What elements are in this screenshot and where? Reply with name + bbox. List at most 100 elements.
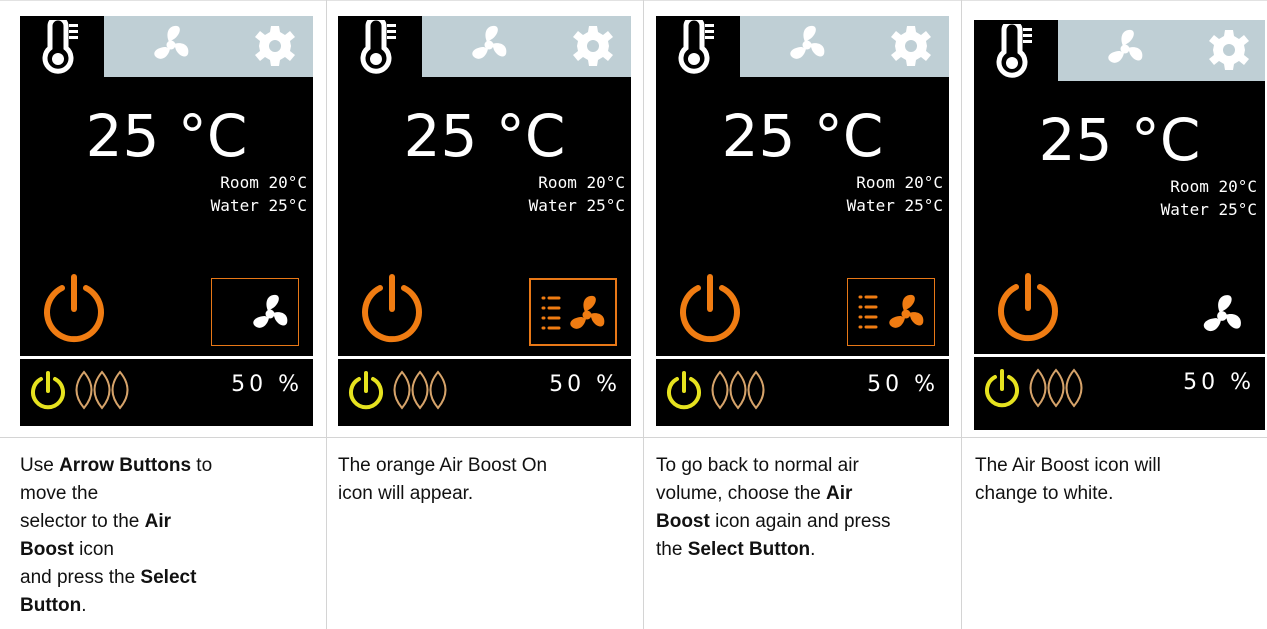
air-boost-selector[interactable] — [211, 278, 299, 346]
caption-step-2: The orange Air Boost On icon will appear… — [338, 452, 547, 508]
leaf-icon — [711, 370, 765, 410]
caption-text: and press the — [20, 567, 141, 588]
row-divider — [0, 437, 1267, 438]
water-temperature: Water 25°C — [210, 196, 307, 215]
caption-step-3: To go back to normal air volume, choose … — [656, 452, 890, 564]
tab-temperature[interactable] — [656, 16, 740, 77]
thermostat-screen-4: 25 °C Room 20°C Water 25°C 50 % — [974, 20, 1265, 430]
tab-bar — [656, 16, 949, 77]
room-temperature: Room 20°C — [538, 173, 625, 192]
column-divider — [643, 0, 644, 629]
fan-icon[interactable] — [466, 22, 512, 68]
caption-text: icon — [73, 539, 114, 560]
caption-line: icon will appear. — [338, 483, 474, 504]
thermostat-screen-2: 25 °C Room 20°C Water 25°C 50 % — [338, 16, 631, 426]
caption-text: . — [810, 539, 816, 560]
tab-temperature[interactable] — [974, 20, 1058, 81]
power-status-icon — [667, 371, 701, 410]
gear-icon[interactable] — [1208, 29, 1250, 71]
water-temperature: Water 25°C — [528, 196, 625, 215]
fan-icon[interactable] — [784, 22, 830, 68]
temperature-readouts: Room 20°C Water 25°C — [1161, 175, 1257, 221]
caption-emphasis: Boost — [20, 539, 74, 560]
caption-line: selector to the Air — [20, 508, 212, 536]
caption-step-1: Use Arrow Buttons to move the selector t… — [20, 452, 212, 620]
air-boost-fan-icon — [253, 294, 288, 328]
leaf-icon — [75, 370, 129, 410]
caption-line: The Air Boost icon will — [975, 455, 1161, 476]
temperature-readouts: Room 20°C Water 25°C — [529, 171, 625, 217]
caption-line: The orange Air Boost On — [338, 455, 548, 476]
air-boost-selector[interactable] — [529, 278, 617, 346]
air-flow-lines-icon — [858, 295, 878, 329]
caption-line: Use Arrow Buttons to — [20, 452, 212, 480]
power-icon[interactable] — [994, 270, 1062, 342]
caption-text: icon again and press — [709, 511, 891, 532]
thermometer-icon — [360, 20, 396, 74]
caption-emphasis: Arrow Buttons — [59, 455, 192, 476]
power-icon[interactable] — [358, 271, 426, 343]
thermostat-screen-3: 25 °C Room 20°C Water 25°C 50 % — [656, 16, 949, 426]
column-divider — [961, 0, 962, 629]
tab-temperature[interactable] — [20, 16, 104, 77]
caption-line: Button. — [20, 592, 212, 620]
caption-emphasis: Boost — [656, 511, 710, 532]
caption-line: the Select Button. — [656, 536, 890, 564]
caption-emphasis: Select — [140, 567, 197, 588]
water-temperature: Water 25°C — [846, 196, 943, 215]
tab-bar — [20, 16, 313, 77]
leaf-icon — [1029, 368, 1083, 408]
caption-line: Boost icon — [20, 536, 212, 564]
temperature-readouts: Room 20°C Water 25°C — [847, 171, 943, 217]
caption-text: Use — [20, 455, 60, 476]
tab-temperature[interactable] — [338, 16, 422, 77]
fan-icon[interactable] — [1102, 26, 1148, 72]
water-temperature: Water 25°C — [1160, 200, 1257, 219]
thermometer-icon — [996, 24, 1032, 78]
gear-icon[interactable] — [572, 25, 614, 67]
caption-line: change to white. — [975, 483, 1114, 504]
column-divider — [326, 0, 327, 629]
fan-speed-value: 50 % — [549, 372, 621, 397]
caption-text: to — [191, 455, 213, 476]
caption-line: move the — [20, 483, 99, 504]
status-bar: 50 % — [656, 359, 949, 426]
gear-icon[interactable] — [254, 25, 296, 67]
air-boost-selector[interactable] — [847, 278, 935, 346]
power-icon[interactable] — [40, 271, 108, 343]
air-boost-fan-icon — [570, 295, 605, 329]
caption-emphasis: Button — [20, 595, 82, 616]
caption-line: volume, choose the Air — [656, 480, 890, 508]
caption-step-4: The Air Boost icon will change to white. — [975, 452, 1161, 508]
caption-emphasis: Select Button — [687, 539, 811, 560]
thermostat-screen-1: 25 °C Room 20°C Water 25°C 50 % — [20, 16, 313, 426]
set-temperature: 25 °C — [1038, 106, 1201, 174]
air-boost-fan-icon — [889, 294, 924, 328]
status-bar: 50 % — [338, 359, 631, 426]
table-top-border — [0, 0, 1267, 1]
air-boost-fan-icon[interactable] — [1198, 292, 1246, 340]
status-bar: 50 % — [20, 359, 313, 426]
caption-emphasis: Air — [826, 483, 853, 504]
status-bar: 50 % — [974, 357, 1265, 424]
set-temperature: 25 °C — [721, 102, 884, 170]
caption-text: volume, choose the — [656, 483, 827, 504]
room-temperature: Room 20°C — [220, 173, 307, 192]
power-status-icon — [985, 369, 1019, 408]
thermometer-icon — [678, 20, 714, 74]
power-status-icon — [31, 371, 65, 410]
fan-icon[interactable] — [148, 22, 194, 68]
power-icon[interactable] — [676, 271, 744, 343]
leaf-icon — [393, 370, 447, 410]
caption-text: the — [656, 539, 688, 560]
caption-emphasis: Air — [144, 511, 172, 532]
gear-icon[interactable] — [890, 25, 932, 67]
set-temperature: 25 °C — [85, 102, 248, 170]
fan-speed-value: 50 % — [867, 372, 939, 397]
tab-bar — [974, 20, 1265, 81]
fan-speed-value: 50 % — [1183, 370, 1255, 395]
room-temperature: Room 20°C — [1170, 177, 1257, 196]
caption-line: To go back to normal air — [656, 455, 859, 476]
fan-speed-value: 50 % — [231, 372, 303, 397]
air-flow-lines-icon — [541, 296, 561, 330]
